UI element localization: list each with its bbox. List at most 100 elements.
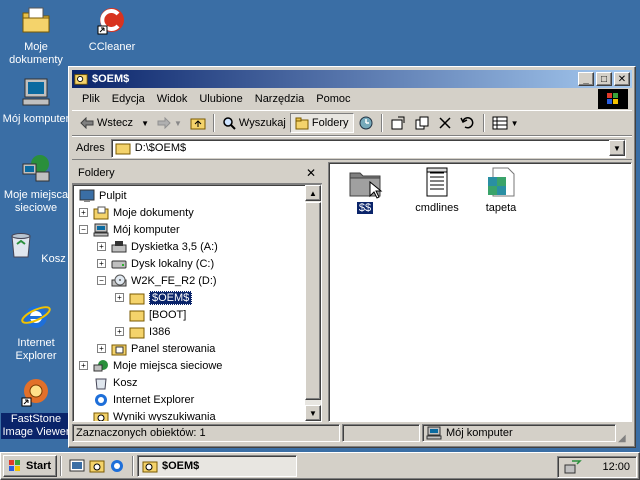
menu-favorites[interactable]: Ulubione [193, 91, 248, 107]
expand-toggle[interactable]: + [115, 293, 124, 302]
search-label: Wyszukaj [238, 117, 286, 129]
delete-button[interactable] [434, 114, 456, 132]
expand-toggle[interactable]: + [97, 259, 106, 268]
menu-help[interactable]: Pomoc [310, 91, 356, 107]
folder-icon [115, 143, 131, 155]
tree-item-control-panel[interactable]: Panel sterowania [111, 340, 215, 357]
tree-item-label: Kosz [113, 376, 138, 389]
search-folder-icon [142, 461, 158, 473]
title-bar[interactable]: $OEM$ _ □ ✕ [72, 70, 632, 88]
copy-to-button[interactable] [410, 113, 434, 133]
recycle-bin-icon [95, 378, 107, 389]
up-folder-button[interactable] [186, 114, 210, 132]
desktop-icon-my-computer[interactable]: Mój komputer [0, 76, 72, 126]
tree-item-oem[interactable]: $OEM$ [129, 289, 193, 306]
scroll-down-button[interactable]: ▼ [305, 405, 321, 421]
expand-toggle[interactable]: + [115, 327, 124, 336]
minimize-button[interactable]: _ [578, 72, 594, 86]
file-item-folder[interactable]: $$ [329, 167, 401, 214]
scroll-down-arrow-icon: ▼ [309, 408, 317, 418]
history-button[interactable] [354, 113, 378, 133]
close-pane-icon[interactable]: ✕ [306, 166, 316, 180]
dropdown-arrow-icon: ▼ [510, 118, 519, 128]
folders-pane: Foldery ✕ Pulpit + Moje dokumenty − Mój … [72, 162, 322, 422]
open-folder-icon [129, 293, 145, 304]
close-button[interactable]: ✕ [614, 72, 630, 86]
tree-item-label: W2K_FE_R2 (D:) [131, 274, 217, 287]
address-field[interactable]: D:\$OEM$ ▼ [110, 138, 626, 158]
clock[interactable]: 12:00 [602, 461, 630, 473]
show-desktop-icon[interactable] [69, 458, 85, 474]
folders-button[interactable]: Foldery [289, 113, 354, 133]
window-title: $OEM$ [92, 73, 130, 85]
expand-toggle[interactable]: + [97, 344, 106, 353]
menu-edit[interactable]: Edycja [106, 91, 151, 107]
folders-pane-header: Foldery ✕ [72, 162, 322, 184]
tree-item-cd-drive[interactable]: W2K_FE_R2 (D:) [111, 272, 217, 289]
collapse-toggle[interactable]: − [79, 225, 88, 234]
taskbar-window-oem[interactable]: $OEM$ [137, 455, 297, 477]
scroll-thumb[interactable] [305, 202, 321, 400]
menu-view[interactable]: Widok [151, 91, 194, 107]
address-value: D:\$OEM$ [134, 142, 187, 154]
search-icon [223, 117, 236, 130]
back-label: Wstecz [97, 117, 134, 129]
desktop-icon-label: Internet Explorer [15, 337, 57, 362]
desktop-icon-recycle-bin[interactable]: Kosz [0, 228, 72, 266]
status-selected: Zaznaczonych obiektów: 1 [72, 424, 340, 442]
network-tray-icon[interactable] [564, 459, 582, 475]
tree-item-my-documents[interactable]: Moje dokumenty [93, 204, 194, 221]
undo-button[interactable] [456, 114, 480, 132]
copy-to-icon [415, 116, 429, 130]
tree-scrollbar[interactable]: ▲ ▼ [305, 185, 321, 421]
scroll-up-button[interactable]: ▲ [305, 185, 321, 201]
tree-item-network-places[interactable]: Moje miejsca sieciowe [93, 357, 222, 374]
expand-toggle[interactable]: + [97, 242, 106, 251]
delete-icon [439, 117, 451, 129]
tree-item-i386[interactable]: I386 [129, 323, 170, 340]
desktop-icon-network-places[interactable]: Moje miejsca sieciowe [0, 152, 72, 215]
file-item-text[interactable]: cmdlines [401, 167, 473, 214]
tree-item-floppy[interactable]: Dyskietka 3,5 (A:) [111, 238, 218, 255]
start-button[interactable]: Start [3, 455, 57, 477]
history-icon [359, 116, 373, 130]
desktop-icon-ccleaner[interactable]: CCleaner [76, 4, 148, 54]
file-item-image[interactable]: tapeta [465, 167, 537, 214]
collapse-toggle[interactable]: − [97, 276, 106, 285]
tree-item-internet-explorer[interactable]: Internet Explorer [93, 391, 194, 408]
cd-drive-icon [111, 274, 127, 286]
expand-toggle[interactable]: + [79, 361, 88, 370]
dropdown-arrow-icon: ▼ [613, 143, 621, 153]
expand-toggle[interactable]: + [79, 208, 88, 217]
internet-explorer-icon[interactable] [109, 458, 125, 474]
folder-tree: Pulpit + Moje dokumenty − Mój komputer +… [72, 184, 322, 422]
resize-grip-icon[interactable]: ◢ [618, 433, 632, 444]
desktop-icon-faststone[interactable]: FastStone Image Viewer [0, 376, 72, 439]
tree-item-desktop[interactable]: Pulpit [79, 187, 127, 204]
maximize-button[interactable]: □ [596, 72, 612, 86]
my-computer-icon [93, 223, 109, 236]
forward-button[interactable]: ▼ [153, 115, 186, 131]
search-button[interactable]: Wyszukaj [218, 114, 290, 132]
file-list: $$ cmdlines tapeta [328, 162, 632, 422]
back-dropdown[interactable]: ▼ [137, 117, 153, 130]
move-to-button[interactable] [386, 113, 410, 133]
tree-item-search-results[interactable]: Wyniki wyszukiwania [93, 408, 216, 421]
menu-file[interactable]: Plik [76, 91, 106, 107]
tree-item-boot[interactable]: [BOOT] [129, 306, 186, 323]
explorer-icon[interactable] [89, 458, 105, 474]
tree-item-label: Mój komputer [113, 223, 180, 236]
tree-item-recycle-bin[interactable]: Kosz [93, 374, 137, 391]
tree-item-label: Moje dokumenty [113, 206, 194, 219]
tree-item-label: Dyskietka 3,5 (A:) [131, 240, 218, 253]
views-button[interactable]: ▼ [488, 114, 523, 132]
back-button[interactable]: Wstecz [76, 115, 137, 131]
menu-tools[interactable]: Narzędzia [249, 91, 311, 107]
tree-item-my-computer[interactable]: Mój komputer [93, 221, 180, 238]
address-dropdown-button[interactable]: ▼ [609, 140, 625, 156]
tree-item-local-disk[interactable]: Dysk lokalny (C:) [111, 255, 214, 272]
desktop-icon-label: Kosz [41, 253, 66, 265]
desktop-icon-my-documents[interactable]: Moje dokumenty [0, 4, 72, 67]
toolbar-separator [482, 114, 485, 132]
desktop-icon-internet-explorer[interactable]: Internet Explorer [0, 300, 72, 363]
